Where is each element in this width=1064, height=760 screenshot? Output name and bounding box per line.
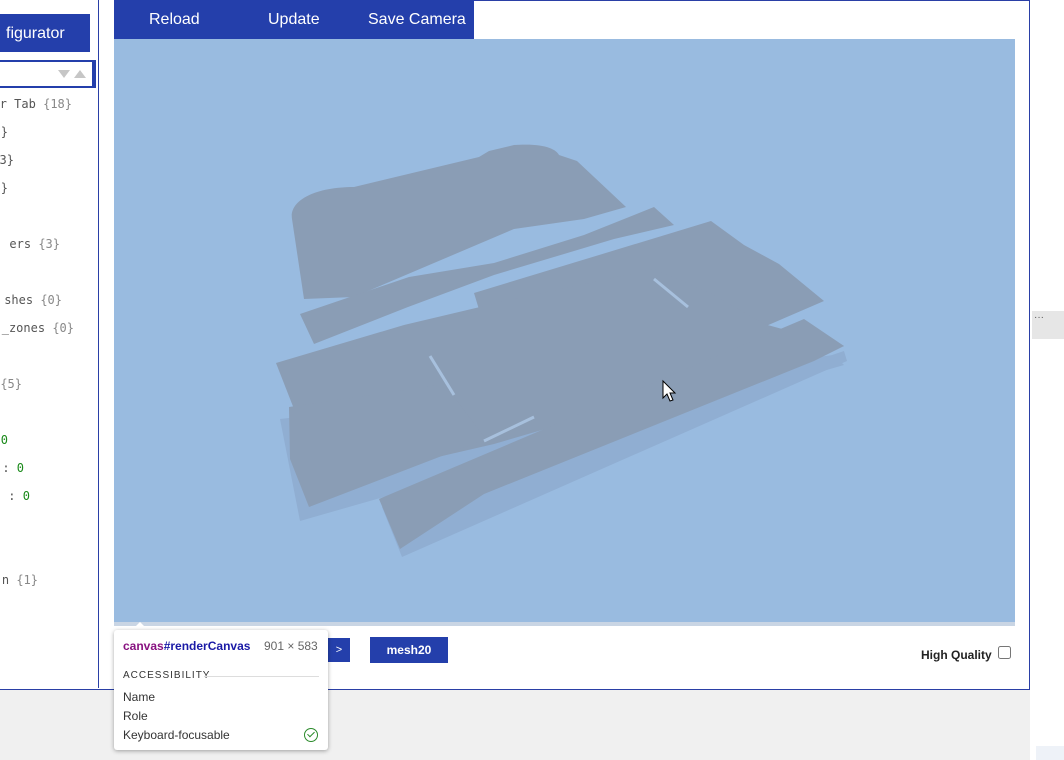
tree-item-label: 23} [0,153,14,167]
tree-search-row [0,60,96,88]
tree-item[interactable]: _zones {0} [2,321,74,335]
tree-item-value: 0 [16,461,24,475]
tree-item[interactable]: } [1,181,8,195]
check-circle-icon [304,728,318,742]
tree-item[interactable]: ers {3} [9,237,60,251]
tree-item[interactable]: 23} [0,153,14,167]
inspect-tooltip: canvas#renderCanvas 901 × 583 ACCESSIBIL… [114,630,328,750]
tree-item-count: {0} [40,293,62,307]
tree-item-count: {5} [0,377,22,391]
tooltip-element-size: 901 × 583 [264,639,318,653]
next-mesh-button[interactable]: > [328,638,350,662]
sort-down-icon[interactable] [58,70,70,78]
tree-item[interactable]: 0 [1,433,8,447]
tree-item[interactable]: t : 0 [0,489,30,503]
tree-item-label: ers [9,237,39,251]
scene-tree-panel: figurator r Tab {18}} 23}} ers {3} shes {0}… [0,0,99,688]
save-camera-button[interactable]: Save Camera [368,0,466,40]
tree-item-label: shes [4,293,41,307]
right-strip [1030,0,1064,760]
tooltip-accessibility-heading: ACCESSIBILITY [123,670,211,681]
tree-item-count: {0} [52,321,74,335]
canvas-bottom-strip [114,622,1015,626]
tree-item-label: _zones [1,321,53,335]
tree-item-label: } [0,181,8,195]
tooltip-element-tag: canvas#renderCanvas [123,639,251,653]
tree-item-label: n [1,573,17,587]
scene-view [276,144,847,557]
tree-item-count: {3} [38,237,60,251]
tooltip-name-row: Name [123,690,156,704]
corner-mark [1036,746,1064,760]
high-quality-checkbox[interactable] [998,646,1011,659]
reload-button[interactable]: Reload [149,0,200,40]
tree-item[interactable]: n {1} [2,573,38,587]
tooltip-focusable-row: Keyboard-focusable [123,728,230,742]
sort-up-icon[interactable] [74,70,86,78]
side-panel-handle[interactable]: ··· [1032,311,1064,339]
tooltip-divider [204,676,319,677]
tree-item[interactable]: r Tab {18} [0,97,72,111]
tree-item-label: r Tab [0,97,44,111]
toolbar: Reload Update Save Camera [114,0,474,40]
tree-item-count: {18} [43,97,72,111]
tree-item-value: 0 [0,433,8,447]
configurator-button[interactable]: figurator [0,14,90,52]
tree-item[interactable]: } [1,125,8,139]
render-canvas[interactable] [114,39,1015,622]
tree-item[interactable]: : 0 [2,461,24,475]
tree-item-label: } [0,125,8,139]
tooltip-role-row: Role [123,709,148,723]
tree-item-count: {1} [16,573,38,587]
tooltip-arrow [132,622,148,630]
update-button[interactable]: Update [268,0,320,40]
mesh-select-button[interactable]: mesh20 [370,637,448,663]
top-divider [474,0,1030,1]
high-quality-label: High Quality [921,648,992,662]
tree-item-label: t : [0,489,16,503]
tree-item[interactable]: shes {0} [4,293,62,307]
tree-item-label: : [2,461,17,475]
tree-item[interactable]: {5} [0,377,22,391]
tree-item-value: 0 [22,489,30,503]
